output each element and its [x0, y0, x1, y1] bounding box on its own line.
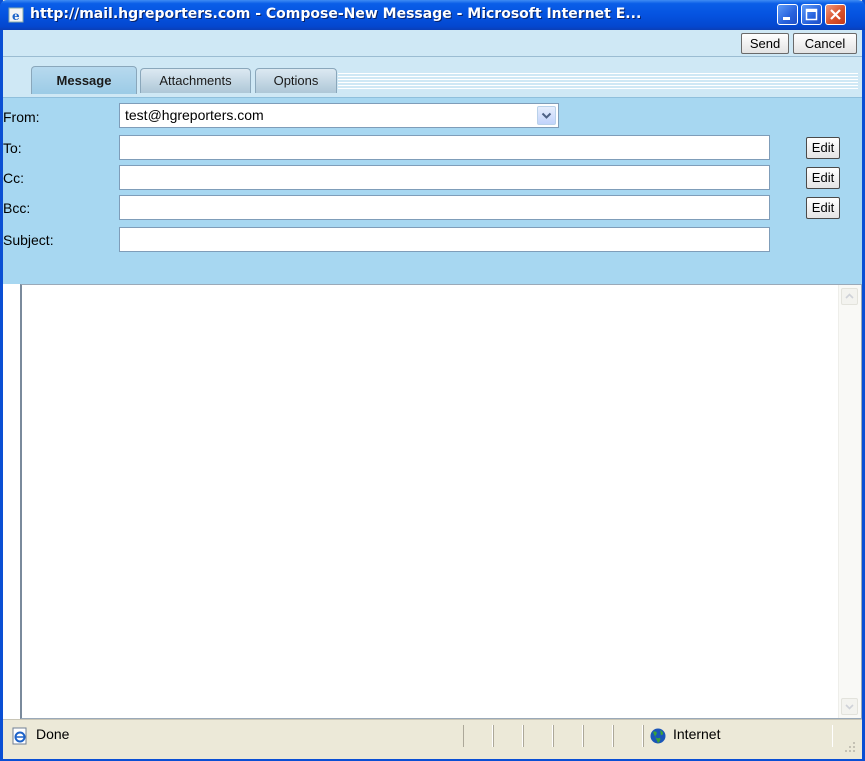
- subject-label: Subject:: [3, 232, 54, 248]
- cc-label: Cc:: [3, 170, 24, 186]
- from-select-value: test@hgreporters.com: [125, 107, 264, 123]
- zone-cell: [643, 725, 833, 747]
- maximize-icon: [805, 8, 818, 21]
- status-text: Done: [36, 726, 70, 742]
- tab-options[interactable]: Options: [255, 68, 337, 93]
- close-button[interactable]: [825, 4, 846, 25]
- tab-strip: Message Attachments Options: [3, 57, 862, 97]
- vertical-scrollbar[interactable]: [838, 285, 861, 718]
- svg-text:e: e: [12, 9, 20, 23]
- cc-field[interactable]: [119, 165, 770, 190]
- subject-field[interactable]: [119, 227, 770, 252]
- resize-grip-icon[interactable]: [843, 740, 857, 754]
- to-field[interactable]: [119, 135, 770, 160]
- bcc-field[interactable]: [119, 195, 770, 220]
- internet-zone-globe-icon: [650, 728, 666, 744]
- maximize-button[interactable]: [801, 4, 822, 25]
- cancel-button[interactable]: Cancel: [793, 33, 857, 54]
- close-icon: [830, 9, 841, 20]
- bcc-edit-button[interactable]: Edit: [806, 197, 840, 219]
- bcc-label: Bcc:: [3, 200, 31, 216]
- window-title: http://mail.hgreporters.com - Compose-Ne…: [30, 6, 642, 22]
- status-cell: [523, 725, 553, 747]
- send-button[interactable]: Send: [741, 33, 789, 54]
- status-bar: Done Internet: [3, 719, 862, 759]
- chevron-down-icon: [541, 112, 552, 119]
- editor-left-margin: [3, 284, 20, 719]
- internet-explorer-icon: e: [8, 7, 24, 23]
- tab-attachments[interactable]: Attachments: [140, 68, 251, 93]
- chevron-up-icon: [845, 293, 854, 299]
- status-cell: [613, 725, 643, 747]
- minimize-icon: [783, 17, 790, 20]
- to-edit-button[interactable]: Edit: [806, 137, 840, 159]
- scroll-down-button[interactable]: [841, 698, 858, 715]
- status-cell: [583, 725, 613, 747]
- from-label: From:: [3, 109, 40, 125]
- to-label: To:: [3, 140, 22, 156]
- browser-window: e http://mail.hgreporters.com - Compose-…: [0, 0, 865, 761]
- minimize-button[interactable]: [777, 4, 798, 25]
- cc-edit-button[interactable]: Edit: [806, 167, 840, 189]
- chevron-down-icon: [845, 704, 854, 710]
- from-select[interactable]: test@hgreporters.com: [119, 103, 559, 128]
- dropdown-arrow-button[interactable]: [537, 106, 556, 125]
- tab-strip-decoration: [338, 73, 858, 89]
- compose-toolbar: Send Cancel: [3, 30, 862, 57]
- zone-label: Internet: [673, 726, 721, 742]
- title-bar[interactable]: e http://mail.hgreporters.com - Compose-…: [0, 0, 865, 30]
- scroll-up-button[interactable]: [841, 288, 858, 305]
- message-header-form: From: test@hgreporters.com To: Edit Cc: …: [3, 97, 862, 285]
- page-done-icon: [12, 727, 27, 745]
- status-cell: [493, 725, 523, 747]
- tab-message[interactable]: Message: [31, 66, 137, 94]
- status-cell: [463, 725, 493, 747]
- message-body-editor[interactable]: [20, 284, 862, 719]
- status-cell: [553, 725, 583, 747]
